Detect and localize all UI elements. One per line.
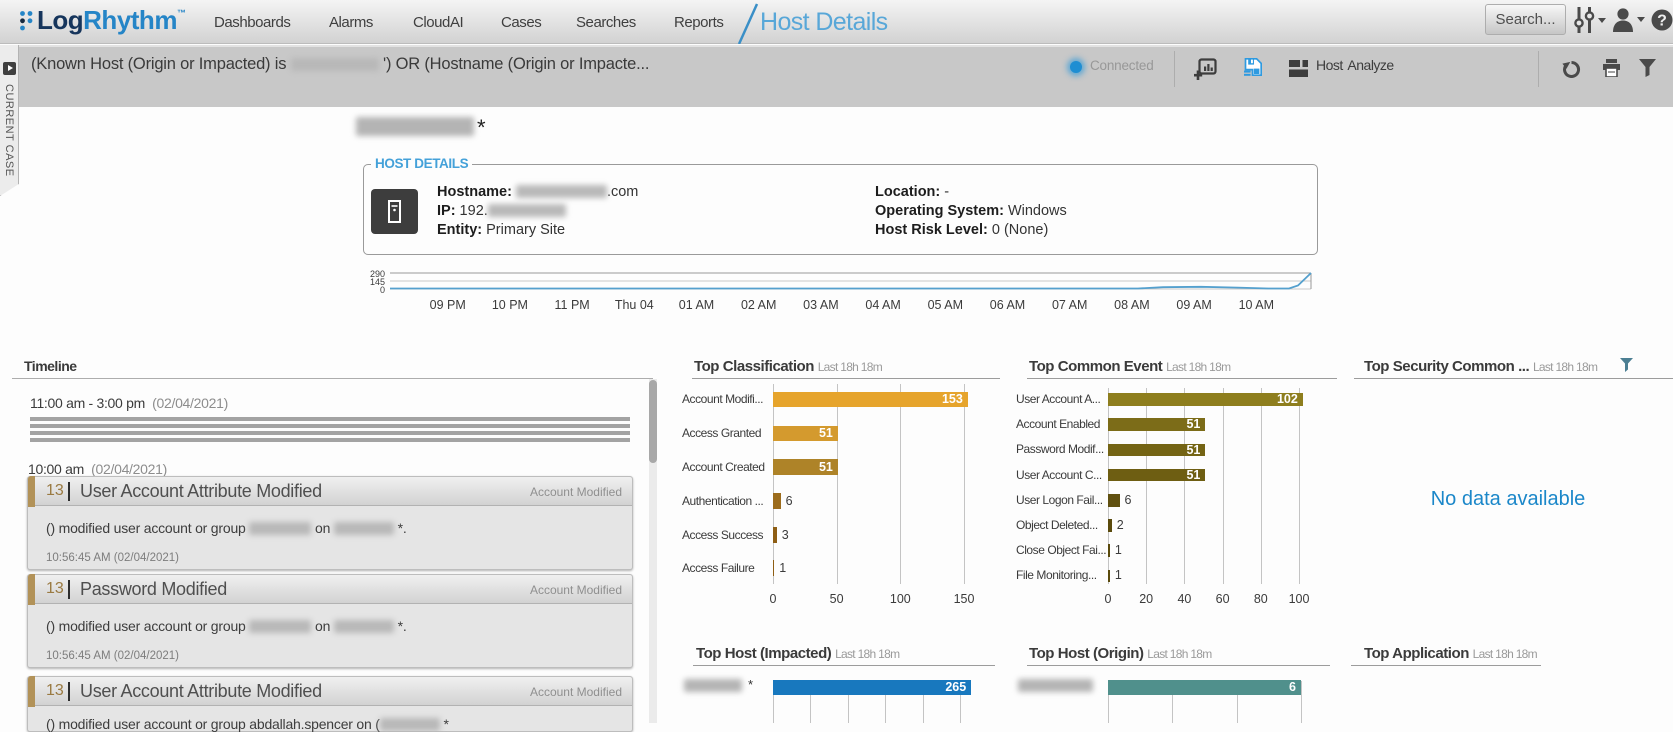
svg-text:?: ?	[1657, 13, 1667, 30]
svg-text:0: 0	[380, 285, 385, 295]
